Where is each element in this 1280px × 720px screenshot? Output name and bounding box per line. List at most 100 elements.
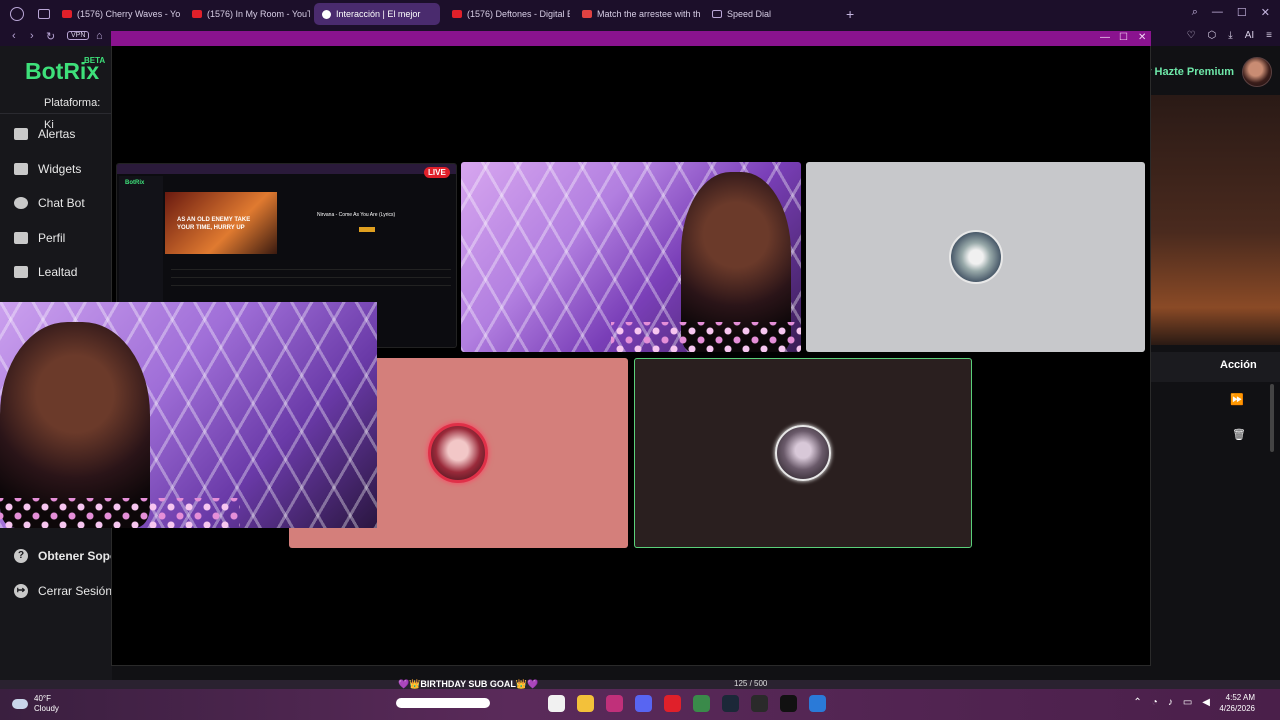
browser-tab-bar: (1576) Cherry Waves - Yo (1576) In My Ro… bbox=[0, 0, 1280, 28]
premium-area: r Hazte Premium bbox=[1147, 57, 1272, 87]
mini-row bbox=[171, 264, 451, 270]
workspaces-icon[interactable] bbox=[38, 9, 50, 19]
mini-badge bbox=[359, 227, 375, 232]
mini-logo: BotRix bbox=[125, 180, 145, 186]
platform-label[interactable]: Plataforma: Ki bbox=[0, 92, 112, 131]
tab-interaccion[interactable]: Interacción | El mejor bbox=[314, 3, 440, 25]
tab-deftones[interactable]: (1576) Deftones - Digital B bbox=[444, 3, 570, 25]
back-icon[interactable]: ‹ bbox=[12, 30, 16, 42]
call-close-icon[interactable]: ✕ bbox=[1138, 32, 1146, 43]
reload-icon[interactable]: ↻ bbox=[46, 30, 55, 43]
robot-icon bbox=[14, 197, 28, 209]
system-tray: ⌃ ◔ ♪ ▭ ◀ bbox=[1133, 697, 1210, 708]
network-icon[interactable]: ◔ bbox=[1152, 697, 1158, 708]
mic-icon[interactable]: ♪ bbox=[1168, 697, 1173, 708]
app-icon-blue[interactable] bbox=[809, 695, 826, 712]
avatar[interactable] bbox=[1242, 57, 1272, 87]
call-minimize-icon[interactable]: — bbox=[1100, 32, 1110, 43]
sidebar-item-alertas[interactable]: Alertas bbox=[14, 127, 75, 141]
sidebar-item-widgets[interactable]: Widgets bbox=[14, 162, 81, 176]
stream-goal-bar bbox=[0, 680, 1280, 689]
youtube-icon bbox=[452, 10, 462, 18]
clock-date: 4/26/2026 bbox=[1219, 704, 1255, 713]
participant-avatar-pink bbox=[428, 423, 488, 483]
live-badge: LIVE bbox=[424, 167, 450, 178]
mini-row bbox=[171, 272, 451, 278]
weather-widget[interactable]: 40°F Cloudy bbox=[12, 694, 59, 714]
steam-icon[interactable] bbox=[722, 695, 739, 712]
beta-badge: BETA bbox=[84, 56, 106, 65]
download-icon[interactable]: ⤓ bbox=[1228, 30, 1232, 41]
sidebar-item-perfil[interactable]: Perfil bbox=[14, 231, 65, 245]
ai-button[interactable]: AI bbox=[1245, 30, 1254, 41]
premium-link[interactable]: r Hazte Premium bbox=[1147, 66, 1234, 78]
clock-time: 4:52 AM bbox=[1225, 693, 1255, 702]
extensions-icon[interactable]: ⬡ bbox=[1208, 30, 1217, 41]
taskbar-search[interactable] bbox=[396, 698, 490, 708]
app-icon-green[interactable] bbox=[693, 695, 710, 712]
skip-icon[interactable]: ⏩ bbox=[1230, 393, 1244, 406]
app-icon[interactable] bbox=[606, 695, 623, 712]
speed-dial-icon bbox=[712, 10, 722, 18]
flowers bbox=[611, 322, 801, 352]
maximize-icon[interactable]: ☐ bbox=[1237, 6, 1247, 19]
mini-thumbnail-text: AS AN OLD ENEMY TAKE YOUR TIME, HURRY UP bbox=[177, 217, 251, 231]
tab-in-my-room[interactable]: (1576) In My Room - YouT bbox=[184, 3, 310, 25]
scrollbar[interactable] bbox=[1270, 384, 1274, 452]
mini-song-title: Nirvana - Come As You Are (Lyrics) bbox=[317, 212, 396, 218]
table-header bbox=[1150, 352, 1280, 382]
mini-row bbox=[171, 280, 451, 286]
tab-match-arrestee[interactable]: Match the arrestee with th bbox=[574, 3, 700, 25]
trash-icon[interactable]: 🗑 bbox=[1232, 428, 1246, 441]
bell-icon bbox=[14, 128, 28, 140]
action-column-header: Acción bbox=[1220, 359, 1257, 371]
participant-avatar-money bbox=[949, 230, 1003, 284]
camera-pip[interactable] bbox=[0, 302, 377, 528]
menu-icon[interactable]: ≡ bbox=[1266, 30, 1272, 41]
vpn-badge[interactable]: VPN bbox=[67, 31, 90, 40]
discord-icon[interactable] bbox=[635, 695, 652, 712]
match-icon bbox=[582, 10, 592, 18]
forward-icon[interactable]: › bbox=[30, 30, 34, 42]
trophy-icon bbox=[14, 266, 28, 278]
heart-icon[interactable]: ♡ bbox=[1187, 30, 1196, 41]
tiktok-icon[interactable] bbox=[780, 695, 797, 712]
new-tab-button[interactable]: + bbox=[846, 6, 854, 22]
logout-link[interactable]: ↦ Cerrar Sesión bbox=[14, 584, 112, 598]
mini-browser-bar bbox=[117, 164, 456, 174]
tab-cherry-waves[interactable]: (1576) Cherry Waves - Yo bbox=[54, 3, 180, 25]
weather-desc: Cloudy bbox=[34, 704, 59, 713]
camera-tile-main[interactable] bbox=[461, 162, 801, 352]
botrix-icon bbox=[322, 9, 331, 19]
sub-goal-count: 125 / 500 bbox=[734, 679, 768, 688]
call-titlebar[interactable] bbox=[111, 31, 1151, 46]
folder-icon[interactable] bbox=[577, 695, 594, 712]
flowers bbox=[0, 498, 240, 528]
mini-table bbox=[171, 264, 451, 290]
youtube-icon bbox=[192, 10, 202, 18]
search-tabs-icon[interactable]: ⌕ bbox=[1192, 6, 1198, 19]
call-maximize-icon[interactable]: ☐ bbox=[1119, 32, 1128, 43]
help-icon: ? bbox=[14, 549, 28, 563]
video-preview bbox=[1150, 95, 1280, 345]
obs-icon[interactable] bbox=[751, 695, 768, 712]
opera-menu-icon[interactable] bbox=[10, 7, 24, 21]
youtube-icon[interactable] bbox=[664, 695, 681, 712]
display-icon[interactable]: ▭ bbox=[1183, 697, 1192, 708]
clock[interactable]: 4:52 AM 4/26/2026 bbox=[1219, 692, 1255, 714]
lock-icon: ⌂ bbox=[96, 30, 103, 42]
file-explorer-icon[interactable] bbox=[548, 695, 565, 712]
taskbar-apps bbox=[548, 695, 826, 712]
chevron-up-icon[interactable]: ⌃ bbox=[1133, 697, 1141, 708]
youtube-icon bbox=[62, 10, 72, 18]
weather-temp: 40°F bbox=[34, 694, 51, 703]
volume-icon[interactable]: ◀ bbox=[1202, 697, 1210, 708]
sidebar-item-lealtad[interactable]: Lealtad bbox=[14, 265, 77, 279]
minimize-icon[interactable]: — bbox=[1212, 6, 1223, 19]
support-link[interactable]: ? Obtener Sopor bbox=[14, 549, 122, 563]
cloud-icon bbox=[12, 699, 28, 709]
tab-speed-dial[interactable]: Speed Dial bbox=[704, 3, 830, 25]
sidebar-item-chat-bot[interactable]: Chat Bot bbox=[14, 196, 85, 210]
grid-icon bbox=[14, 163, 28, 175]
close-icon[interactable]: ✕ bbox=[1261, 6, 1270, 19]
